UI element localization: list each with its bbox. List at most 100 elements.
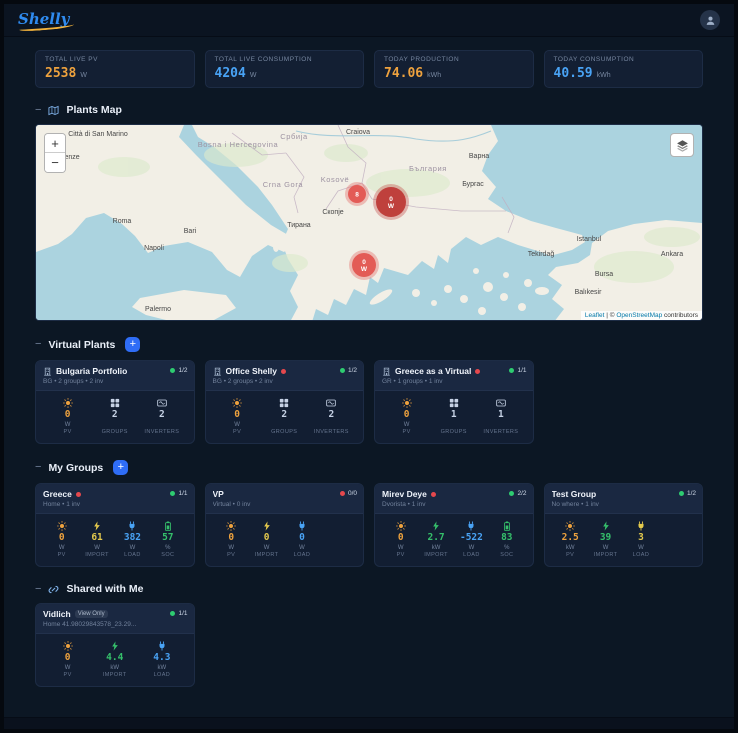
stat-label: PV	[63, 671, 72, 678]
stat-label: TOTAL LIVE PV	[45, 56, 98, 63]
status-badge: 2/2	[509, 490, 527, 497]
stat-value: 2538	[45, 66, 77, 81]
osm-link[interactable]: OpenStreetMap	[616, 312, 662, 319]
sun-icon	[396, 521, 406, 531]
offline-dot	[75, 491, 81, 497]
offline-dot	[281, 368, 286, 374]
section-title: Shared with Me	[66, 583, 144, 595]
person-icon	[705, 15, 716, 26]
group-name: Greece	[43, 489, 72, 499]
collapse-toggle[interactable]: −	[35, 583, 41, 595]
stat-value: 0	[397, 532, 404, 543]
stat-unit: kW	[565, 544, 575, 551]
stat-unit: W	[228, 544, 235, 551]
group-card-vp[interactable]: VP Virtual • 0 inv 0/0 0 W PV 0 W IMPORT…	[204, 483, 364, 567]
badge-count: 1/2	[178, 367, 188, 374]
shared-grid: Vidlich View Only Home 41.98029843578_23…	[35, 603, 703, 687]
svg-text:0: 0	[389, 196, 393, 203]
stat-value: 2	[328, 409, 335, 420]
section-title: My Groups	[48, 461, 104, 474]
stat-groups: 2 GROUPS	[91, 398, 138, 435]
stat-value: 2	[281, 409, 288, 420]
stat-unit: %	[504, 544, 510, 551]
plant-subtitle: GR • 1 groups • 1 inv	[382, 378, 443, 385]
leaflet-link[interactable]: Leaflet	[585, 312, 605, 319]
my-groups-grid: Greece Home • 1 inv 1/1 0 W PV 61 W IMPO…	[35, 483, 703, 567]
stat-unit: W	[64, 664, 71, 671]
collapse-toggle[interactable]: −	[35, 339, 41, 350]
stat-label: GROUPS	[271, 428, 298, 435]
virtual-plant-card-office-shelly[interactable]: Office Shelly BG • 2 groups • 2 inv 1/2 …	[204, 360, 364, 444]
status-badge: 1/1	[170, 610, 188, 617]
stat-import: 2.7 kW IMPORT	[418, 521, 453, 558]
bolt-icon	[262, 521, 272, 531]
stat-value: 2	[111, 409, 118, 420]
stat-label: LOAD	[632, 551, 650, 558]
add-virtual-plant-button[interactable]: +	[125, 337, 141, 352]
map-canvas[interactable]: Città di San MarinoFirenzeRomaNapoliBari…	[36, 125, 702, 320]
shared-card-vidlich[interactable]: Vidlich View Only Home 41.98029843578_23…	[35, 603, 195, 687]
stat-inverters: 1 INVERTERS	[477, 398, 524, 435]
groups-icon	[449, 398, 459, 408]
plants-map[interactable]: Città di San Marino Firenze Roma Napoli Bari…	[35, 124, 703, 321]
group-name: VP	[212, 489, 224, 499]
status-badge: 0/0	[339, 490, 357, 497]
stat-value: 0	[263, 532, 270, 543]
offline-dot	[339, 491, 345, 496]
map-label: Balıkesir	[575, 289, 603, 296]
stat-label: LOAD	[463, 551, 480, 558]
zoom-out-button[interactable]: −	[45, 153, 65, 172]
plug-icon	[636, 521, 646, 531]
stat-label: IMPORT	[85, 551, 109, 558]
link-icon	[48, 584, 59, 595]
virtual-plant-card-bulgaria-portfolio[interactable]: Bulgaria Portfolio BG • 2 groups • 2 inv…	[35, 360, 195, 444]
stat-unit: kW	[431, 544, 441, 551]
map-zoom-control: + −	[44, 133, 66, 173]
stat-label: LOAD	[293, 551, 311, 558]
stat-value: 0	[234, 409, 240, 420]
map-layers-button[interactable]	[670, 133, 694, 157]
stat-unit: W	[234, 421, 240, 428]
building-icon	[382, 367, 391, 376]
layers-icon	[676, 139, 689, 152]
top-bar: Shelly	[4, 4, 734, 37]
map-cluster-marker[interactable]: 8	[345, 182, 369, 206]
section-head-virtual-plants: − Virtual Plants +	[35, 337, 703, 352]
virtual-plant-card-greece-virtual[interactable]: Greece as a Virtual GR • 1 groups • 1 in…	[374, 360, 534, 444]
status-badge: 1/2	[678, 490, 696, 497]
status-badge: 1/1	[509, 367, 527, 374]
map-label: Kosovë	[321, 175, 350, 184]
user-avatar-button[interactable]	[700, 10, 720, 30]
bolt-icon	[431, 521, 441, 531]
collapse-toggle[interactable]: −	[35, 104, 41, 116]
map-cluster-marker[interactable]: 0W	[349, 250, 379, 280]
stat-unit: W	[638, 544, 644, 551]
map-label: Ankara	[661, 251, 683, 258]
map-icon	[48, 105, 59, 116]
section-title: Virtual Plants	[48, 338, 116, 351]
stat-label: PV	[402, 428, 411, 435]
groups-icon	[110, 398, 120, 408]
stat-value: 3	[638, 532, 644, 543]
battery-icon	[163, 521, 173, 531]
stat-label: PV	[57, 551, 66, 558]
sun-icon	[565, 521, 575, 531]
group-subtitle: No where • 1 inv	[551, 501, 599, 508]
section-head-shared-with-me: − Shared with Me	[35, 583, 703, 595]
stat-label: PV	[227, 551, 236, 558]
status-badge: 1/2	[339, 367, 357, 374]
group-card-mirev-deye[interactable]: Mirev Deye Dvorista • 1 inv 2/2 0 W PV 2…	[374, 483, 534, 567]
shelly-logo[interactable]: Shelly	[18, 10, 69, 30]
group-card-test-group[interactable]: Test Group No where • 1 inv 1/2 2.5 kW P…	[543, 483, 703, 567]
attribution-text: contributors	[662, 312, 698, 319]
stat-unit: kWh	[596, 72, 611, 79]
group-card-greece[interactable]: Greece Home • 1 inv 1/1 0 W PV 61 W IMPO…	[35, 483, 195, 567]
map-label: Bari	[184, 228, 197, 235]
collapse-toggle[interactable]: −	[35, 462, 41, 473]
zoom-in-button[interactable]: +	[45, 134, 65, 153]
stat-label: SOC	[161, 551, 175, 558]
map-cluster-marker[interactable]: 0W	[373, 184, 409, 220]
add-group-button[interactable]: +	[113, 460, 129, 475]
stat-groups: 1 GROUPS	[430, 398, 477, 435]
status-badge: 1/1	[170, 490, 188, 497]
